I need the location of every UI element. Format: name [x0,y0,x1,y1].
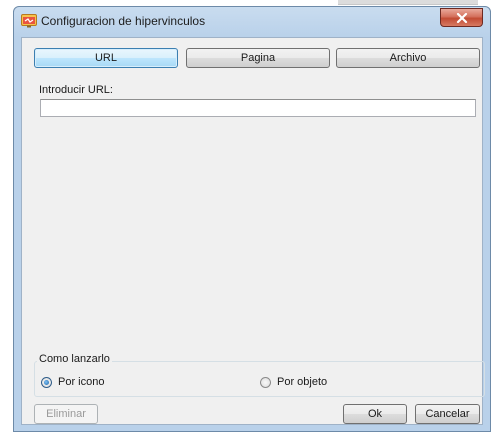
tab-archivo[interactable]: Archivo [336,48,480,68]
tab-url[interactable]: URL [34,48,178,68]
radio-label-por-objeto: Por objeto [277,376,328,388]
url-input[interactable] [40,99,476,117]
close-button[interactable] [440,8,483,27]
radio-label-por-icono: Por icono [58,376,105,388]
launch-mode-title: Como lanzarlo [37,353,112,365]
radio-button-unchecked[interactable] [260,376,271,388]
hyperlink-settings-icon [21,14,37,28]
window-title: Configuracion de hipervinculos [41,14,206,28]
radio-por-objeto[interactable]: Por objeto [260,376,327,388]
dialog-window: Configuracion de hipervinculos URL Pagin… [13,6,491,432]
dialog-content: URL Pagina Archivo Introducir URL: Como … [21,37,485,425]
tab-pagina[interactable]: Pagina [186,48,330,68]
radio-por-icono[interactable]: Por icono [41,376,104,388]
cancel-button[interactable]: Cancelar [415,404,480,424]
delete-button[interactable]: Eliminar [34,404,98,424]
ok-button[interactable]: Ok [343,404,407,424]
title-bar[interactable]: Configuracion de hipervinculos [14,7,490,35]
background-window-edge [338,0,478,5]
radio-button-checked[interactable] [41,376,52,388]
url-label: Introducir URL: [39,84,113,96]
close-icon [456,12,467,23]
